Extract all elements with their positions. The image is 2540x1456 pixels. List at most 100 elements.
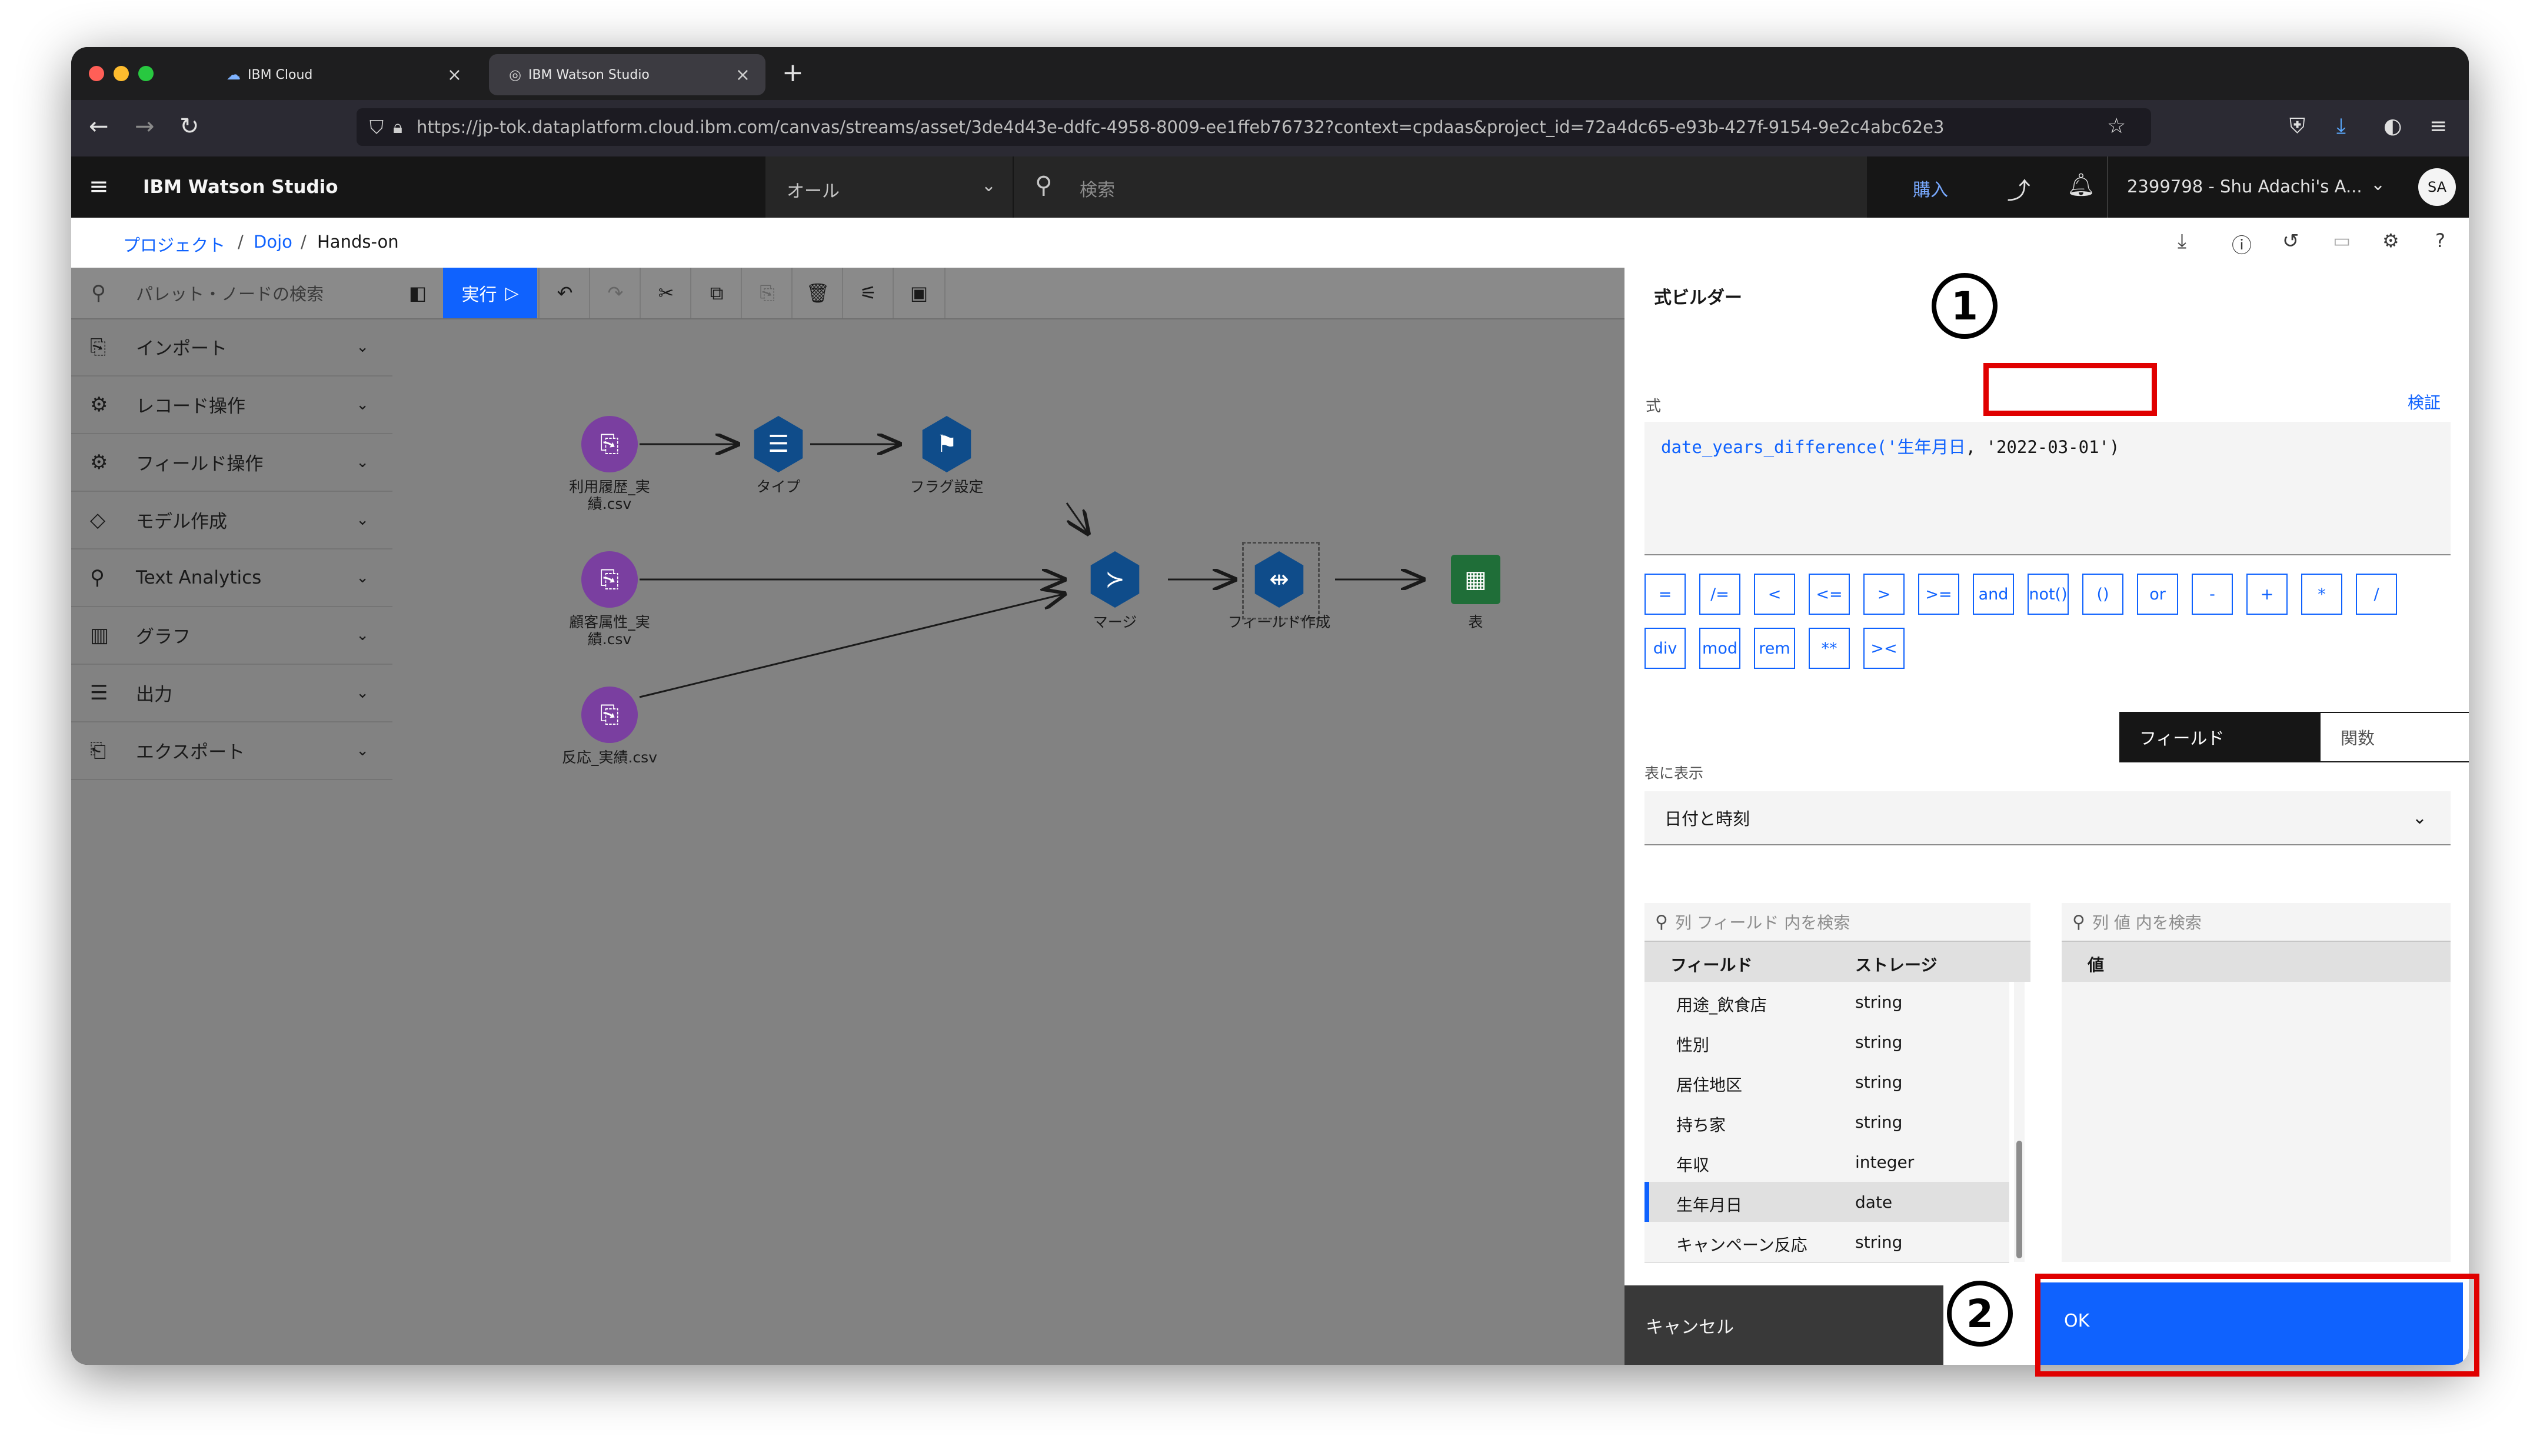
palette-search-input[interactable]: ⚲ パレット・ノードの検索 — [71, 268, 392, 319]
table-row[interactable]: 年収 integer — [1644, 1142, 2009, 1183]
palette-item-output[interactable]: ☰ 出力 ⌄ — [71, 664, 392, 722]
maximize-window-button[interactable] — [138, 66, 154, 81]
table-row[interactable]: キャンペーン反応 string — [1644, 1222, 2009, 1263]
hamburger-icon[interactable]: ≡ — [89, 173, 109, 200]
history-icon[interactable]: ↺ — [2282, 229, 2299, 253]
import-node-usage-history[interactable]: ⎘ — [581, 416, 638, 472]
signpost-icon[interactable]: ⤴ — [2007, 172, 2030, 206]
buy-link[interactable]: 購入 — [1913, 175, 1948, 201]
expression-editor[interactable]: date_years_difference('生年月日, '2022-03-01… — [1644, 422, 2451, 555]
bookmark-star-icon[interactable]: ☆ — [2107, 114, 2126, 138]
cancel-button[interactable]: キャンセル — [1624, 1285, 1943, 1365]
breadcrumb-dojo[interactable]: Dojo — [254, 232, 292, 252]
palette-item-label: モデル作成 — [136, 511, 227, 532]
forward-icon[interactable]: → — [135, 113, 155, 140]
node-label: 利用履歴_実 績.csv — [569, 478, 650, 512]
operator-button[interactable]: - — [2192, 574, 2233, 615]
breadcrumb: プロジェクト / Dojo / Hands-on ⤓ ⓘ ↺ ▭ ⚙ ? — [71, 218, 2469, 269]
scope-dropdown[interactable]: オール ⌄ — [765, 156, 1013, 218]
palette-item-field-ops[interactable]: ⚙ フィールド操作 ⌄ — [71, 434, 392, 492]
search-input[interactable]: ⚲ 検索 — [1014, 156, 1867, 218]
back-icon[interactable]: ← — [89, 113, 109, 140]
chevron-down-icon[interactable]: ⌄ — [2371, 174, 2385, 195]
table-row[interactable]: 居住地区 string — [1644, 1062, 2009, 1103]
operator-button[interactable]: not() — [2028, 574, 2069, 615]
table-node[interactable]: ▦ — [1451, 555, 1500, 604]
table-row[interactable]: 用途_飲食店 string — [1644, 982, 2009, 1023]
field-search-input[interactable]: ⚲ 列 フィールド 内を検索 — [1644, 903, 2030, 942]
scrollbar-track[interactable] — [2014, 982, 2025, 1262]
field-name: 年収 — [1676, 1155, 1710, 1175]
output-icon: ☰ — [90, 681, 108, 705]
download-icon[interactable]: ⤓ — [2178, 229, 2186, 253]
operator-button[interactable]: () — [2082, 574, 2123, 615]
category-dropdown[interactable]: 日付と時刻 ⌄ — [1644, 791, 2451, 845]
browser-menu-icon[interactable]: ≡ — [2429, 114, 2447, 138]
operator-button[interactable]: mod — [1699, 628, 1740, 669]
operator-button[interactable]: < — [1754, 574, 1795, 615]
account-switcher[interactable]: 2399798 - Shu Adachi's A... — [2127, 176, 2362, 196]
import-node-customer-attributes[interactable]: ⎘ — [581, 551, 638, 608]
operator-button[interactable]: and — [1973, 574, 2014, 615]
palette-item-modeling[interactable]: ◇ モデル作成 ⌄ — [71, 491, 392, 549]
operator-button[interactable]: = — [1644, 574, 1686, 615]
palette-item-import[interactable]: ⎘ インポート ⌄ — [71, 318, 392, 377]
info-icon[interactable]: ⓘ — [2232, 229, 2252, 258]
close-tab-icon[interactable]: × — [735, 65, 750, 85]
operator-button[interactable]: >< — [1863, 628, 1905, 669]
table-row-selected[interactable]: 生年月日 date — [1644, 1182, 2009, 1223]
breadcrumb-projects[interactable]: プロジェクト — [123, 232, 225, 256]
minimize-window-button[interactable] — [114, 66, 129, 81]
flow-canvas[interactable]: ◧ 実行 ▷ ↶ ↷ ✂ ⧉ ⎘ 🗑︎ ⚟ ▣ ⎘ 利用履歴_実 績.csv ☰… — [392, 268, 1624, 1365]
settings-icon[interactable]: ⚙ — [2382, 229, 2399, 252]
address-bar[interactable]: ⛉ 🔒︎ https://jp-tok.dataplatform.cloud.i… — [357, 108, 2151, 146]
operator-button[interactable]: >= — [1918, 574, 1959, 615]
operator-button[interactable]: div — [1644, 628, 1686, 669]
value-search-input[interactable]: ⚲ 列 値 内を検索 — [2062, 903, 2451, 942]
operator-button[interactable]: ** — [1809, 628, 1850, 669]
reload-icon[interactable]: ↻ — [179, 113, 199, 140]
operator-button[interactable]: or — [2137, 574, 2178, 615]
lock-icon: 🔒︎ — [393, 116, 402, 138]
operator-button[interactable]: * — [2301, 574, 2342, 615]
operator-button[interactable]: /= — [1699, 574, 1740, 615]
col-header-value: 値 — [2088, 955, 2105, 975]
import-node-response[interactable]: ⎘ — [581, 687, 638, 743]
model-icon: ◇ — [90, 508, 106, 532]
node-label: タイプ — [756, 478, 801, 495]
validate-link[interactable]: 検証 — [2408, 390, 2441, 414]
pocket-icon[interactable]: ⛨ — [2289, 114, 2305, 139]
palette-item-graphs[interactable]: ▥ グラフ ⌄ — [71, 607, 392, 665]
browser-tab-watson-studio[interactable]: ◎ IBM Watson Studio × — [489, 54, 765, 95]
close-tab-icon[interactable]: × — [447, 65, 462, 85]
table-row[interactable]: 性別 string — [1644, 1022, 2009, 1063]
operator-button[interactable]: rem — [1754, 628, 1795, 669]
palette-item-record-ops[interactable]: ⚙ レコード操作 ⌄ — [71, 376, 392, 434]
operator-button[interactable]: > — [1863, 574, 1905, 615]
table-row[interactable]: 持ち家 string — [1644, 1102, 2009, 1143]
new-tab-button[interactable]: + — [782, 58, 804, 88]
field-storage: string — [1855, 992, 1903, 1012]
tab-label: フィールド — [2139, 728, 2225, 748]
close-window-button[interactable] — [89, 66, 104, 81]
chevron-down-icon: ⌄ — [356, 453, 369, 471]
node-palette: ⚲ パレット・ノードの検索 ⎘ インポート ⌄ ⚙ レコード操作 ⌄ ⚙ フィー… — [71, 268, 392, 1365]
palette-item-text-analytics[interactable]: ⚲ Text Analytics ⌄ — [71, 549, 392, 607]
scrollbar-thumb[interactable] — [2016, 1141, 2022, 1258]
avatar[interactable]: SA — [2418, 168, 2456, 206]
notification-bell-icon[interactable]: 🔔︎ — [2067, 172, 2095, 198]
tab-fields[interactable]: フィールド — [2119, 712, 2319, 762]
download-icon[interactable]: ⤓ — [2336, 114, 2346, 139]
help-icon[interactable]: ? — [2435, 229, 2445, 252]
operator-button[interactable]: + — [2246, 574, 2288, 615]
browser-tab-ibm-cloud[interactable]: ☁ IBM Cloud × — [207, 54, 477, 95]
tab-functions[interactable]: 関数 — [2319, 712, 2469, 762]
comment-icon[interactable]: ▭ — [2333, 229, 2351, 252]
flag-icon: ⚑ — [936, 431, 957, 458]
extension-icon[interactable]: ◐ — [2383, 114, 2402, 138]
palette-item-export[interactable]: ⎗ エクスポート ⌄ — [71, 722, 392, 780]
tab-title: IBM Watson Studio — [528, 67, 650, 82]
operator-button[interactable]: / — [2356, 574, 2397, 615]
operator-button[interactable]: <= — [1809, 574, 1850, 615]
panel-title: 式ビルダー — [1654, 288, 1742, 308]
